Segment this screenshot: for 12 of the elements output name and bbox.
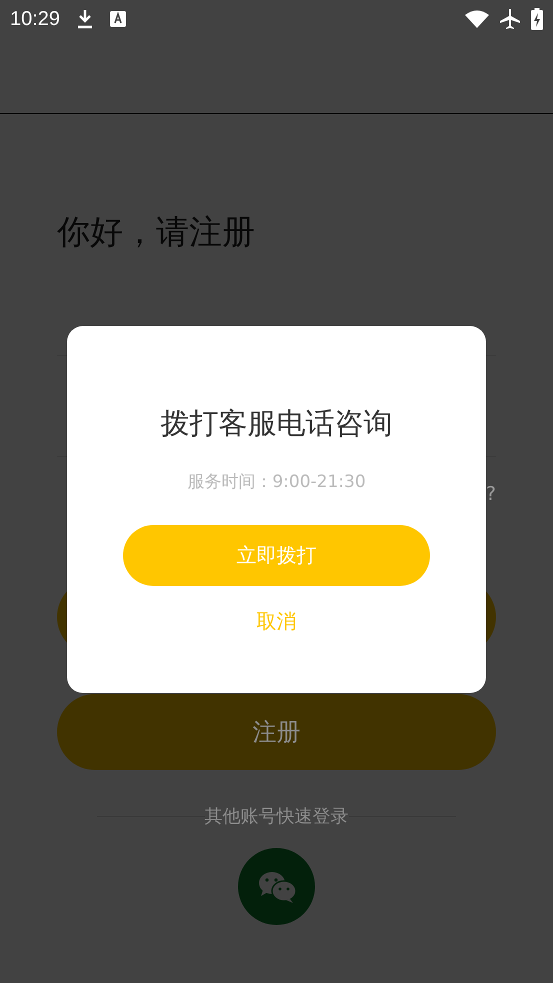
other-login-label: 其他账号快速登录: [204, 805, 348, 828]
airplane-icon: [499, 8, 521, 30]
register-button[interactable]: 注册: [57, 694, 496, 770]
wifi-icon: [465, 10, 489, 28]
dialog-title: 拨打客服电话咨询: [160, 405, 392, 442]
status-time: 10:29: [10, 8, 60, 30]
keyboard-icon: [110, 11, 126, 27]
download-icon: [76, 9, 94, 29]
battery-icon: [531, 8, 543, 30]
forgot-link[interactable]: ?: [486, 483, 496, 505]
page-title: 你好，请注册: [57, 211, 256, 253]
service-hours: 服务时间：9:00-21:30: [187, 471, 366, 493]
